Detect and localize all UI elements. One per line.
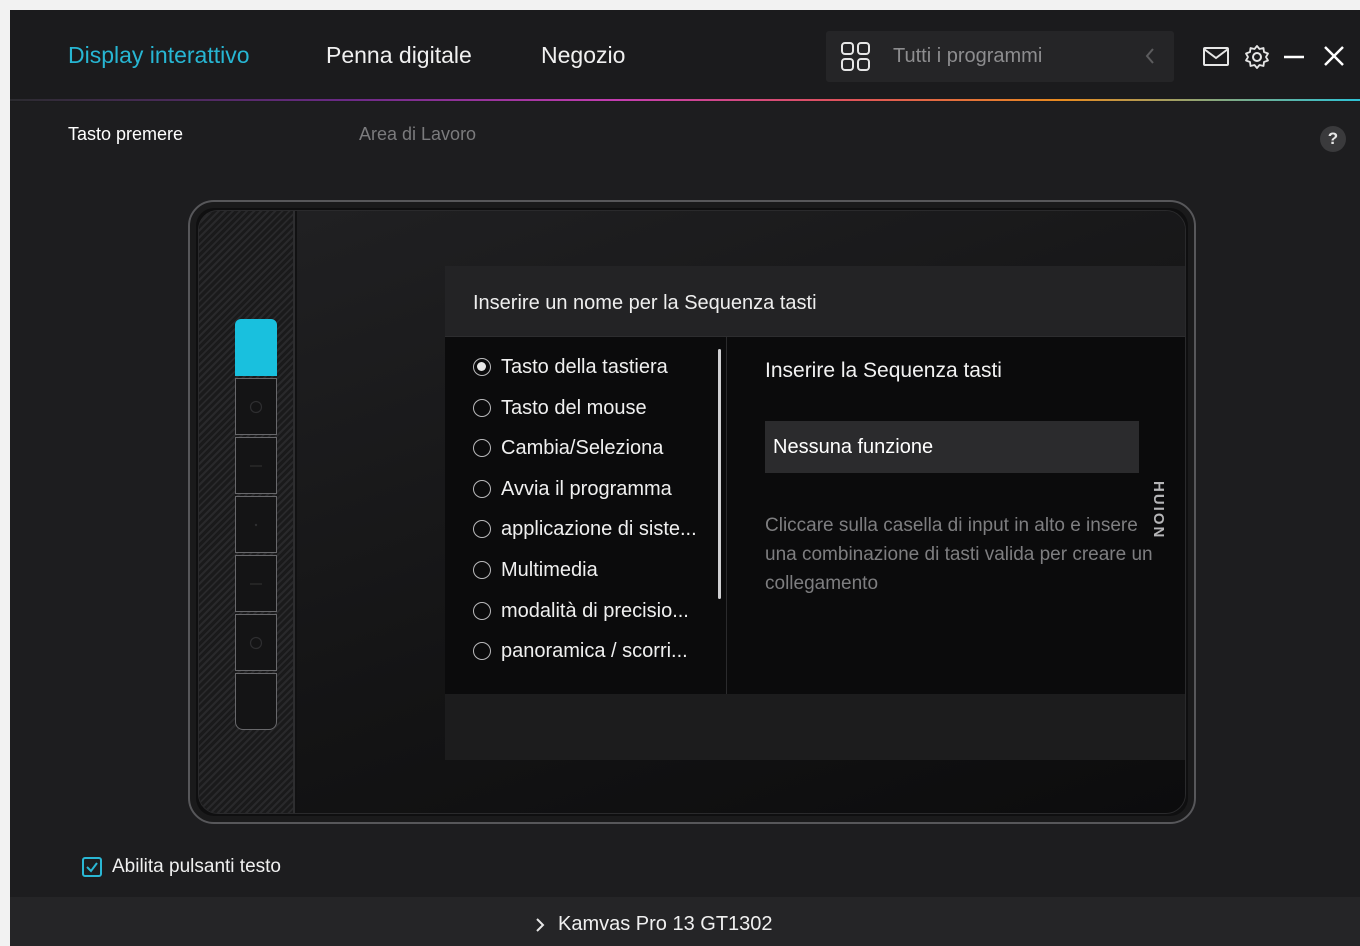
tablet-screen: Inserire un nome per la Sequenza tasti T… [297, 211, 1185, 813]
key-function-dialog: Inserire un nome per la Sequenza tasti T… [445, 266, 1185, 694]
device-selector[interactable]: Kamvas Pro 13 GT1302 [534, 913, 773, 936]
enable-text-buttons-label: Abilita pulsanti testo [112, 856, 281, 877]
option-cambia-seleziona[interactable]: Cambia/Seleziona [473, 434, 663, 462]
radio-icon [473, 642, 491, 660]
dash-key-marker-icon [250, 582, 262, 585]
subtab-tasto-premere[interactable]: Tasto premere [68, 124, 183, 145]
enable-text-buttons-checkbox[interactable]: Abilita pulsanti testo [82, 856, 281, 878]
option-label: Multimedia [501, 558, 598, 581]
list-scrollbar[interactable] [718, 349, 721, 599]
radio-icon [473, 399, 491, 417]
round-key-marker-icon [249, 400, 263, 413]
radio-icon [473, 520, 491, 538]
option-label: applicazione di siste... [501, 517, 697, 540]
huion-logo: HUION [1150, 481, 1167, 540]
express-key-4[interactable] [235, 496, 277, 553]
device-bar: Kamvas Pro 13 GT1302 [10, 897, 1360, 946]
option-applicazione-di-sistema[interactable]: applicazione di siste... [473, 515, 697, 543]
tablet-bezel: Inserire un nome per la Sequenza tasti T… [198, 210, 1186, 814]
tab-display-interattivo[interactable]: Display interattivo [68, 42, 250, 69]
express-key-2[interactable] [235, 378, 277, 435]
option-tasto-della-tastiera[interactable]: Tasto della tastiera [473, 353, 668, 381]
program-selector[interactable]: Tutti i programmi [826, 31, 1174, 82]
device-name: Kamvas Pro 13 GT1302 [558, 913, 773, 935]
express-key-5[interactable] [235, 555, 277, 612]
option-avvia-il-programma[interactable]: Avvia il programma [473, 475, 672, 503]
radio-selected-icon [473, 358, 491, 376]
gear-icon[interactable] [1244, 44, 1270, 70]
express-key-7[interactable] [235, 673, 277, 730]
option-tasto-del-mouse[interactable]: Tasto del mouse [473, 394, 647, 422]
express-key-6[interactable] [235, 614, 277, 671]
close-icon[interactable] [1322, 44, 1346, 68]
header-gradient-divider [10, 99, 1360, 101]
radio-icon [473, 439, 491, 457]
help-icon[interactable]: ? [1320, 126, 1346, 152]
chevron-right-icon [536, 917, 545, 932]
dialog-header[interactable]: Inserire un nome per la Sequenza tasti [445, 266, 1185, 337]
tab-negozio[interactable]: Negozio [541, 42, 625, 69]
option-label: Cambia/Seleziona [501, 436, 664, 459]
minimize-icon[interactable] [1282, 46, 1306, 68]
option-label: Tasto della tastiera [501, 355, 668, 378]
option-modalita-di-precisione[interactable]: modalità di precisio... [473, 597, 689, 625]
dash-key-marker-icon [250, 464, 262, 467]
grid-icon [841, 42, 870, 71]
radio-icon [473, 480, 491, 498]
express-key-3[interactable] [235, 437, 277, 494]
tab-penna-digitale[interactable]: Penna digitale [326, 42, 472, 69]
radio-icon [473, 561, 491, 579]
round-key-marker-icon [249, 636, 263, 649]
keystroke-section-title: Inserire la Sequenza tasti [765, 359, 1002, 382]
option-panoramica-scorrimento[interactable]: panoramica / scorri... [473, 637, 688, 665]
program-selector-label: Tutti i programmi [893, 45, 1043, 67]
keystroke-hint: Cliccare sulla casella di input in alto … [765, 515, 1153, 594]
express-key-1[interactable] [235, 319, 277, 376]
tablet-device-preview: Inserire un nome per la Sequenza tasti T… [188, 200, 1196, 824]
option-multimedia[interactable]: Multimedia [473, 556, 598, 584]
option-label: panoramica / scorri... [501, 639, 688, 662]
function-type-list: Tasto della tastiera Tasto del mouse Cam… [445, 337, 727, 694]
option-label: Tasto del mouse [501, 396, 647, 419]
chevron-left-icon[interactable] [1140, 43, 1160, 69]
option-label: Avvia il programma [501, 477, 672, 500]
keystroke-input[interactable]: Nessuna funzione [765, 421, 1139, 473]
express-key-strip [199, 211, 295, 813]
app-window: Display interattivo Penna digitale Negoz… [10, 10, 1360, 946]
mail-icon[interactable] [1202, 46, 1230, 68]
top-bar: Display interattivo Penna digitale Negoz… [10, 10, 1360, 102]
dot-key-marker-icon [254, 523, 258, 526]
option-label: modalità di precisio... [501, 599, 689, 622]
dialog-title: Inserire un nome per la Sequenza tasti [473, 292, 817, 314]
checkbox-checked-icon [82, 857, 102, 877]
radio-icon [473, 602, 491, 620]
subtab-area-di-lavoro[interactable]: Area di Lavoro [359, 124, 476, 145]
